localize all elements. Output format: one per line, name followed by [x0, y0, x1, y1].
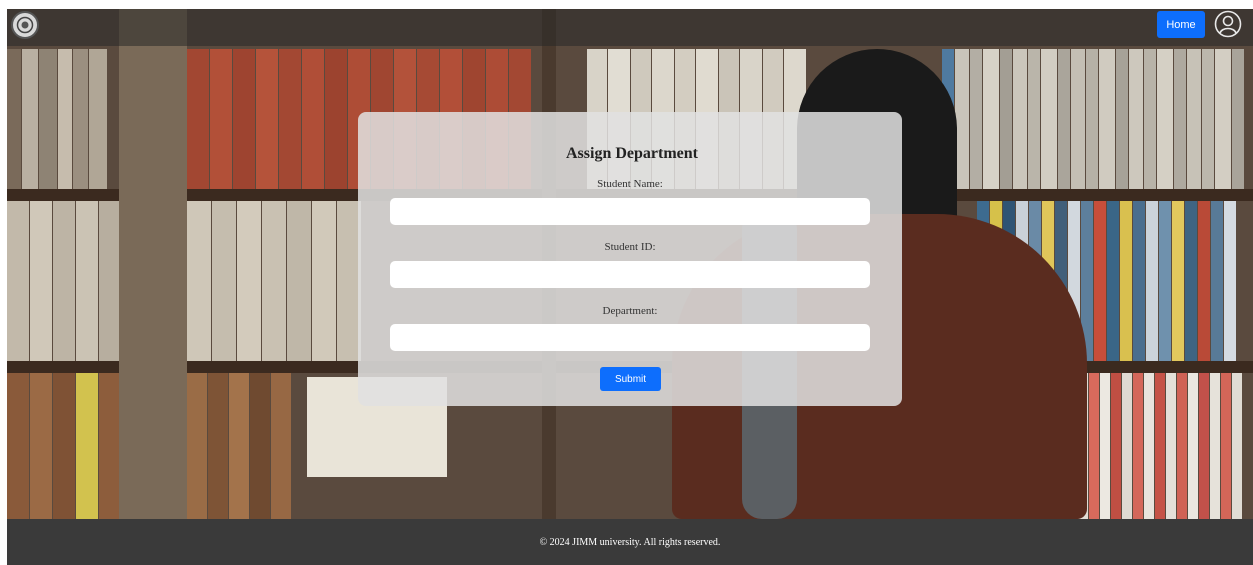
student-id-label: Student ID: [604, 241, 656, 253]
student-name-label: Student Name: [597, 178, 663, 190]
books-mid-lower [187, 373, 292, 519]
books-left-upper [7, 49, 108, 189]
student-id-input[interactable] [390, 261, 870, 288]
form-title: Assign Department [566, 145, 698, 162]
university-seal-icon[interactable] [11, 11, 39, 39]
shelf-pillar-left [119, 9, 187, 519]
books-left-middle [7, 201, 122, 361]
books-left-lower [7, 373, 122, 519]
department-label: Department: [602, 305, 658, 317]
home-button[interactable]: Home [1157, 11, 1205, 38]
books-sets-middle [187, 201, 362, 361]
app-frame: Home Assign Department Student Name: Stu… [7, 9, 1253, 565]
top-navbar: Home [7, 9, 1253, 46]
user-circle-icon[interactable] [1214, 10, 1242, 38]
assign-department-form: Assign Department Student Name: Student … [358, 112, 902, 406]
books-right-upper [942, 49, 1245, 189]
copyright-text: © 2024 JIMM university. All rights reser… [539, 536, 721, 548]
department-input[interactable] [390, 324, 870, 351]
books-right-lower [1067, 373, 1243, 519]
footer: © 2024 JIMM university. All rights reser… [7, 519, 1253, 565]
submit-button[interactable]: Submit [600, 367, 661, 391]
student-name-input[interactable] [390, 198, 870, 225]
